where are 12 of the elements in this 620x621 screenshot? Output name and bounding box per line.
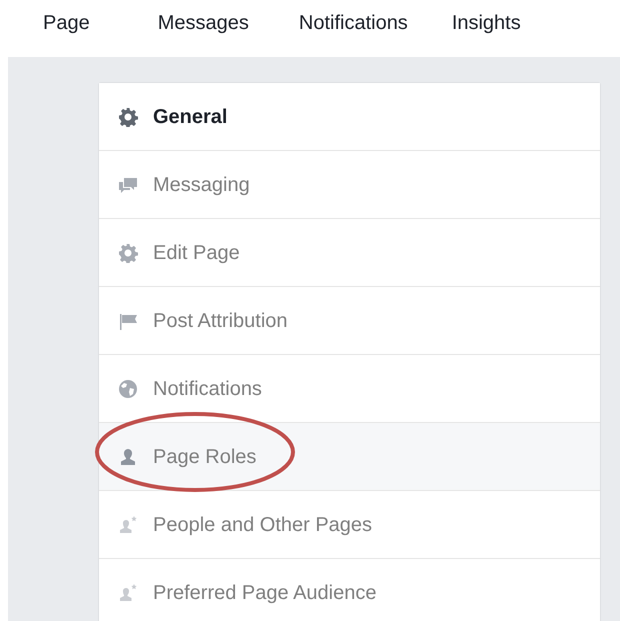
gear-icon — [118, 106, 138, 126]
menu-item[interactable]: General — [99, 83, 600, 151]
person-star-icon — [118, 514, 138, 534]
menu-item[interactable]: Page Roles — [99, 423, 600, 491]
nav-tab[interactable]: Messages — [158, 8, 249, 38]
nav-tab[interactable]: Insights — [452, 8, 521, 38]
nav-tab[interactable]: Notifications — [298, 8, 408, 38]
gear-icon — [118, 242, 138, 262]
person-star-icon — [118, 582, 138, 602]
person-icon — [118, 446, 138, 466]
globe-icon — [118, 378, 138, 398]
nav-tab[interactable]: Page — [43, 8, 90, 38]
